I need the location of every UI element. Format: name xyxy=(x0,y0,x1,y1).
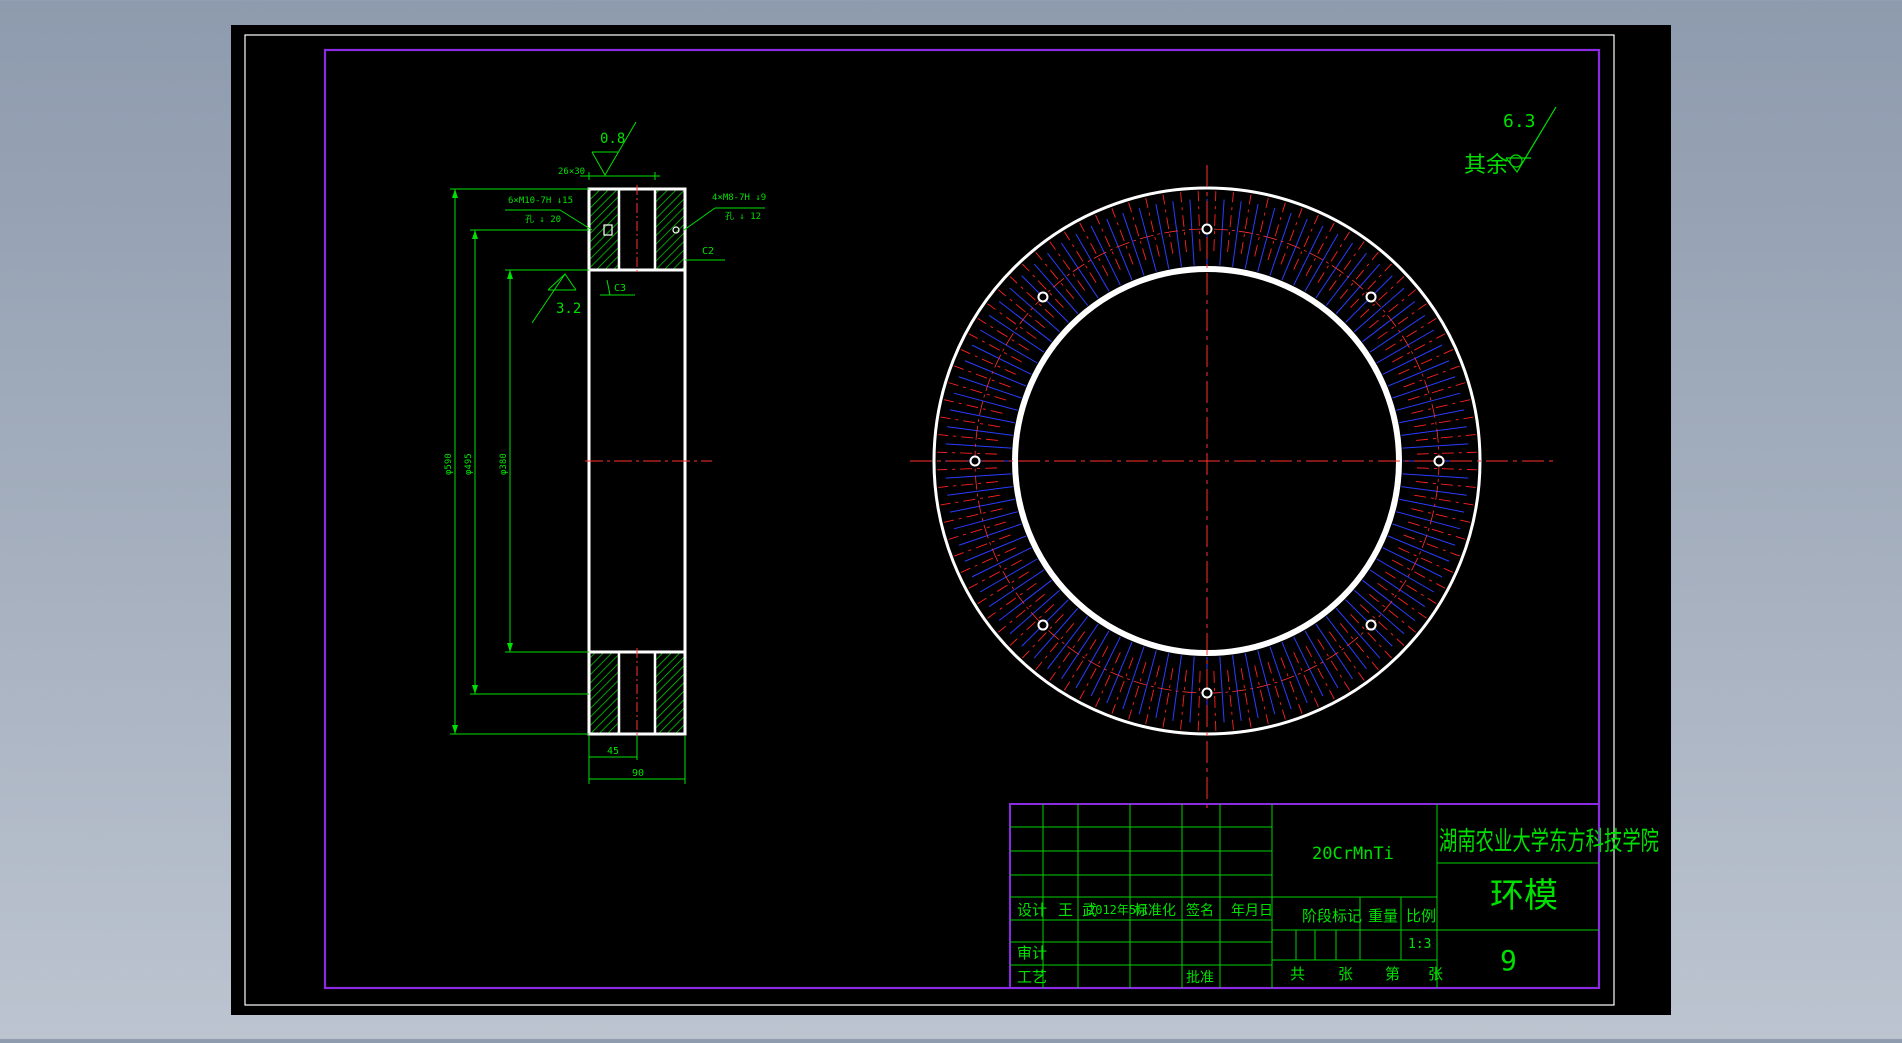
bolt-hole xyxy=(1037,619,1049,631)
tb-sheets: 张 xyxy=(1338,965,1353,983)
roughness-top-value: 0.8 xyxy=(600,131,625,147)
roughness-general-value: 6.3 xyxy=(1503,111,1536,132)
chamfer-inner-label: C3 xyxy=(614,283,626,294)
dim-inner-diameter: φ380 xyxy=(499,453,509,475)
tb-approve: 批准 xyxy=(1186,970,1214,986)
dim-90: 90 xyxy=(632,768,644,779)
tb-review: 审计 xyxy=(1017,944,1047,962)
tb-stage-mark: 阶段标记 xyxy=(1302,907,1362,925)
cad-drawing-canvas: 0.8 3.2 26×30 6×M10-7H ↓15 孔 ↓ 20 4×M8-7… xyxy=(231,25,1671,1015)
bolt-hole xyxy=(1201,223,1213,235)
tb-material: 20CrMnTi xyxy=(1312,844,1394,864)
cad-viewport: 0.8 3.2 26×30 6×M10-7H ↓15 孔 ↓ 20 4×M8-7… xyxy=(0,0,1902,1039)
hatch-bottom-left xyxy=(590,652,619,734)
hatch-bottom-right xyxy=(655,652,684,734)
tb-design: 设计 xyxy=(1017,901,1047,919)
dim-outer-diameter: φ590 xyxy=(444,453,454,475)
tb-ratio: 比例 xyxy=(1406,907,1436,925)
hole-left-note-1: 6×M10-7H ↓15 xyxy=(508,196,573,206)
hole-right-note-1: 4×M8-7H ↓9 xyxy=(712,193,766,203)
dim-45: 45 xyxy=(607,746,619,757)
tb-standardization: 标准化 xyxy=(1134,903,1176,919)
roughness-general-label: 其余 xyxy=(1464,153,1508,178)
bolt-hole xyxy=(1365,619,1377,631)
tb-weight: 重量 xyxy=(1368,907,1398,925)
bolt-hole xyxy=(1037,291,1049,303)
hatch-top-right xyxy=(655,189,684,270)
bolt-hole xyxy=(969,455,981,467)
tb-craft: 工艺 xyxy=(1017,968,1047,986)
tb-part-name: 环模 xyxy=(1490,876,1558,916)
roughness-bore-value: 3.2 xyxy=(556,301,581,317)
bolt-hole xyxy=(1433,455,1445,467)
top-dimension: 26×30 xyxy=(558,167,585,177)
tb-ymd: 年月日 xyxy=(1231,903,1273,919)
bolt-hole xyxy=(1201,687,1213,699)
tb-scale-value: 1:3 xyxy=(1408,937,1431,952)
tb-drawing-no: 9 xyxy=(1500,944,1517,977)
bolt-hole xyxy=(1365,291,1377,303)
tb-signature: 签名 xyxy=(1186,902,1214,919)
chamfer-right-label: C2 xyxy=(702,246,714,257)
hole-right-note-2: 孔 ↓ 12 xyxy=(725,211,761,222)
tb-sheet: 张 xyxy=(1428,965,1443,983)
tb-nth: 第 xyxy=(1385,965,1400,983)
hole-left-note-2: 孔 ↓ 20 xyxy=(525,214,561,225)
dim-mid-diameter: φ495 xyxy=(464,453,474,475)
tb-school: 湖南农业大学东方科技学院 xyxy=(1439,827,1659,857)
paper-sheet xyxy=(231,25,1671,1015)
tb-total: 共 xyxy=(1290,965,1305,983)
